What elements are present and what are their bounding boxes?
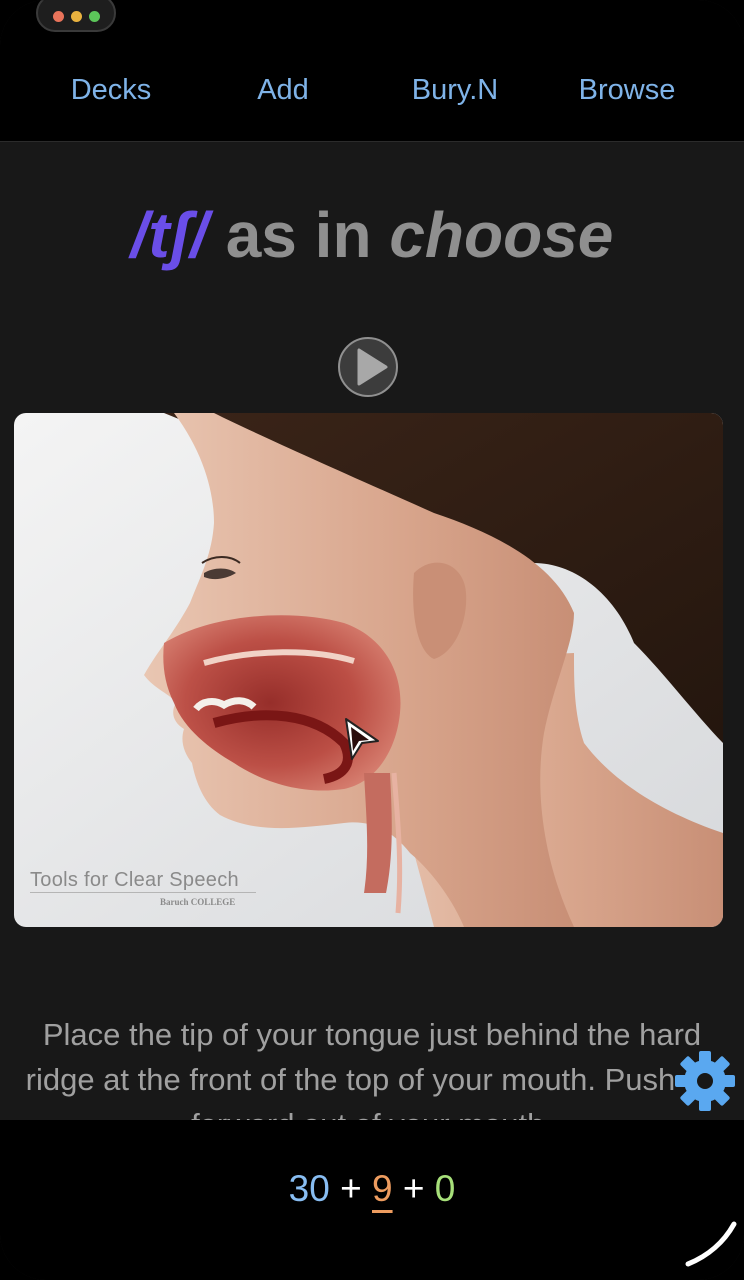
learning-count: 9 xyxy=(372,1168,393,1209)
watermark-subtitle: Baruch COLLEGE xyxy=(160,897,236,907)
review-count: 0 xyxy=(434,1168,456,1209)
decks-link[interactable]: Decks xyxy=(25,74,197,107)
new-count: 30 xyxy=(288,1168,330,1209)
resize-handle-icon[interactable] xyxy=(684,1216,740,1268)
add-link[interactable]: Add xyxy=(197,74,369,107)
browse-link[interactable]: Browse xyxy=(541,74,713,107)
anatomy-illustration xyxy=(14,413,723,927)
card-title: /tʃ/ as in choose xyxy=(0,198,744,272)
app-screen: Decks Add Bury.N Browse /tʃ/ as in choos… xyxy=(0,0,744,1280)
watermark-title: Tools for Clear Speech xyxy=(30,869,239,891)
minimize-dot-icon[interactable] xyxy=(70,10,82,22)
plus-sign: + xyxy=(402,1168,425,1209)
title-connector: as in xyxy=(207,199,390,271)
play-audio-button[interactable] xyxy=(338,337,398,397)
settings-button[interactable] xyxy=(672,1048,738,1114)
cursor-icon xyxy=(345,718,379,760)
tongue-position-video[interactable]: Tools for Clear Speech Baruch COLLEGE xyxy=(14,413,723,927)
plus-sign: + xyxy=(340,1168,362,1209)
due-counts: 30 + 9 + 0 xyxy=(0,1168,744,1210)
zoom-dot-icon[interactable] xyxy=(88,10,100,22)
watermark-divider xyxy=(30,892,256,893)
ipa-symbol: /tʃ/ xyxy=(130,199,208,271)
bury-link[interactable]: Bury.N xyxy=(369,74,541,107)
close-dot-icon[interactable] xyxy=(52,10,64,22)
play-icon xyxy=(357,348,388,386)
example-word: choose xyxy=(389,199,614,271)
bottom-bar: 30 + 9 + 0 xyxy=(0,1120,744,1280)
window-controls[interactable] xyxy=(36,0,116,32)
gear-icon xyxy=(675,1051,735,1111)
